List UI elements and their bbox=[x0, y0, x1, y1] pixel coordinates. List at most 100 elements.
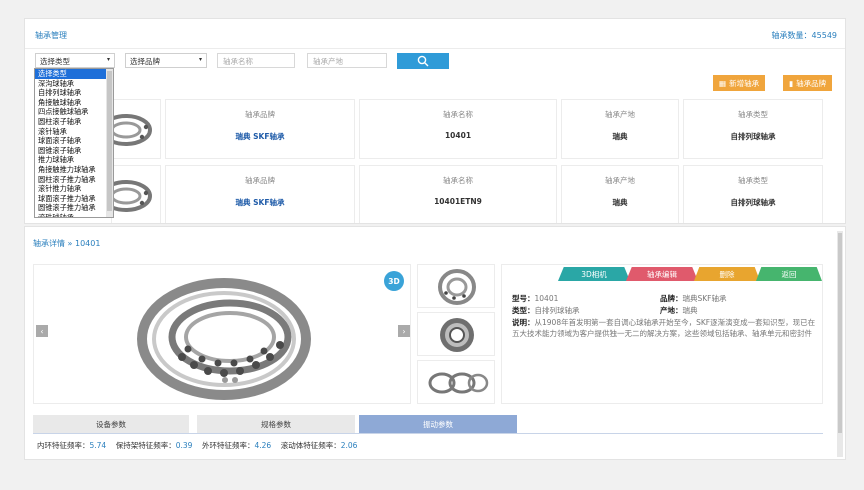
type-option[interactable]: 滚珠球轴承 bbox=[35, 213, 107, 217]
type-option[interactable]: 自排列球轴承 bbox=[35, 88, 107, 98]
row2-type-cell: 轴承类型 自排列球轴承 bbox=[683, 165, 823, 223]
name-column-label: 轴承名称 bbox=[443, 176, 473, 185]
bearing-main-image bbox=[137, 278, 311, 400]
bearing-thumbnail-image bbox=[112, 180, 152, 212]
breadcrumb-separator: » bbox=[67, 239, 73, 248]
bearing-info-card: 3D相机 轴承编辑 删除 返回 型号：10401 品牌：瑞典SKF轴承 类型：自… bbox=[501, 264, 823, 404]
origin-column-label: 轴承产地 bbox=[605, 176, 635, 185]
description-line: 说明：从1908年首发明第一套自调心球轴承开始至今，SKF逐渐演变成一套知识型，… bbox=[512, 317, 816, 339]
row1-thumbnail[interactable] bbox=[111, 99, 161, 159]
row2-brand: 瑞典 SKF轴承 bbox=[235, 198, 285, 207]
name-input[interactable]: 轴承名称 bbox=[217, 53, 295, 68]
type-option[interactable]: 角接触球轴承 bbox=[35, 98, 107, 108]
brand-column-label: 轴承品牌 bbox=[245, 176, 275, 185]
origin-input-placeholder: 轴承产地 bbox=[313, 57, 343, 66]
type-dropdown-list[interactable]: 选择类型 深沟球轴承 自排列球轴承 角接触球轴承 四点接触球轴承 圆柱滚子轴承 滚针轴承 球面… bbox=[34, 68, 114, 218]
row1-brand-cell: 轴承品牌 瑞典 SKF轴承 bbox=[165, 99, 355, 159]
breadcrumb-current: 10401 bbox=[75, 239, 101, 248]
tab-spec-params[interactable]: 规格参数 bbox=[197, 415, 355, 433]
row1-name: 10401 bbox=[444, 131, 472, 140]
type-option[interactable]: 滚针轴承 bbox=[35, 127, 107, 137]
dropdown-scrollbar-thumb[interactable] bbox=[107, 71, 112, 211]
bearing-thumb-image bbox=[438, 269, 476, 305]
type-option[interactable]: 四点接触球轴承 bbox=[35, 107, 107, 117]
type-line: 类型：自排列球轴承 bbox=[512, 305, 580, 316]
param-label: 外环特征频率： bbox=[202, 441, 255, 450]
tab-underline bbox=[33, 433, 823, 434]
detail-scrollbar[interactable] bbox=[837, 231, 843, 457]
type-select[interactable]: 选择类型 ▾ bbox=[35, 53, 115, 68]
brand-select[interactable]: 选择品牌 ▾ bbox=[125, 53, 207, 68]
param-label: 内环特征频率： bbox=[37, 441, 90, 450]
type-option[interactable]: 推力球轴承 bbox=[35, 155, 107, 165]
type-option[interactable]: 选择类型 bbox=[35, 69, 107, 79]
type-option[interactable]: 圆柱滚子轴承 bbox=[35, 117, 107, 127]
row1-origin: 瑞典 bbox=[612, 132, 628, 141]
bookmark-icon: ▮ bbox=[789, 78, 794, 88]
param-label: 保持架特征频率： bbox=[115, 441, 176, 450]
bearing-thumbnail-image bbox=[112, 114, 152, 146]
type-option[interactable]: 角接触推力球轴承 bbox=[35, 165, 107, 175]
tab-device-params[interactable]: 设备参数 bbox=[33, 415, 189, 433]
search-button[interactable] bbox=[397, 53, 449, 69]
type-option[interactable]: 滚针推力轴承 bbox=[35, 184, 107, 194]
row2-origin-cell: 轴承产地 瑞典 bbox=[561, 165, 679, 223]
type-option[interactable]: 圆锥滚子轴承 bbox=[35, 146, 107, 156]
detail-scrollbar-thumb[interactable] bbox=[838, 233, 842, 433]
edit-bearing-tab[interactable]: 轴承编辑 bbox=[626, 267, 698, 281]
param-value: 2.06 bbox=[340, 441, 358, 450]
type-label: 类型： bbox=[512, 306, 535, 315]
origin-input[interactable]: 轴承产地 bbox=[307, 53, 387, 68]
gallery-thumb-1[interactable] bbox=[417, 264, 495, 308]
tab-vibration-params[interactable]: 振动参数 bbox=[359, 415, 517, 433]
row2-brand-cell: 轴承品牌瑞典 SKF轴承 bbox=[165, 165, 355, 223]
origin-column-label: 轴承产地 bbox=[605, 110, 635, 119]
name-column-label: 轴承名称 bbox=[443, 110, 473, 119]
3d-camera-tab[interactable]: 3D相机 bbox=[558, 267, 630, 281]
carousel-dot[interactable] bbox=[232, 377, 238, 383]
row2-type: 自排列球轴承 bbox=[730, 198, 776, 207]
chevron-down-icon: ▾ bbox=[106, 56, 110, 63]
gallery-thumb-2[interactable] bbox=[417, 312, 495, 356]
description-label: 说明： bbox=[512, 318, 535, 327]
carousel-next-button[interactable]: › bbox=[398, 325, 410, 337]
back-tab[interactable]: 返回 bbox=[756, 267, 822, 281]
type-value: 自排列球轴承 bbox=[534, 306, 580, 315]
carousel-prev-button[interactable]: ‹ bbox=[36, 325, 48, 337]
description-text: 从1908年首发明第一套自调心球轴承开始至今，SKF逐渐演变成一套知识型，现已在… bbox=[512, 318, 816, 338]
origin-line: 产地：瑞典 bbox=[660, 305, 698, 316]
row1-type: 自排列球轴承 bbox=[730, 132, 776, 141]
type-option[interactable]: 深沟球轴承 bbox=[35, 79, 107, 89]
breadcrumb-root[interactable]: 轴承详情 bbox=[33, 239, 65, 248]
carousel-indicators bbox=[222, 377, 238, 383]
chevron-down-icon: ▾ bbox=[198, 56, 202, 63]
row1-name-cell: 轴承名称 10401 bbox=[359, 99, 557, 159]
main-image-carousel: 3D ‹ › bbox=[33, 264, 411, 404]
panel-header: 轴承管理 轴承数量：45549 bbox=[25, 19, 845, 49]
type-option[interactable]: 圆锥滚子推力轴承 bbox=[35, 203, 107, 213]
param-value: 0.39 bbox=[175, 441, 193, 450]
brand-select-value: 选择品牌 bbox=[130, 57, 160, 66]
search-icon bbox=[417, 55, 429, 67]
type-option[interactable]: 球面滚子轴承 bbox=[35, 136, 107, 146]
3d-view-badge[interactable]: 3D bbox=[384, 271, 404, 291]
row1-type-cell: 轴承类型 自排列球轴承 bbox=[683, 99, 823, 159]
bearing-brand-button[interactable]: ▮ 轴承品牌 bbox=[783, 75, 833, 91]
gallery-thumb-3[interactable] bbox=[417, 360, 495, 404]
param-value: 4.26 bbox=[254, 441, 272, 450]
param-label: 滚动体特征频率： bbox=[280, 441, 341, 450]
new-bearing-button[interactable]: ▦ 新增轴承 bbox=[713, 75, 766, 91]
type-option[interactable]: 球面滚子推力轴承 bbox=[35, 194, 107, 204]
brand-value: 瑞典SKF轴承 bbox=[682, 294, 727, 303]
type-option[interactable]: 圆柱滚子推力轴承 bbox=[35, 175, 107, 185]
type-select-value: 选择类型 bbox=[40, 57, 70, 66]
dropdown-scrollbar[interactable] bbox=[106, 69, 113, 217]
carousel-dot[interactable] bbox=[222, 377, 228, 383]
vibration-params: 内环特征频率：5.74 保持架特征频率：0.39 外环特征频率：4.26 滚动体… bbox=[37, 440, 357, 451]
row2-thumbnail[interactable] bbox=[111, 165, 161, 223]
page-background: 轴承管理 轴承数量：45549 选择类型 ▾ 选择品牌 ▾ 轴承名称 轴承产地 ▦ 新… bbox=[0, 0, 864, 490]
delete-tab[interactable]: 删除 bbox=[694, 267, 760, 281]
brand-label: 品牌： bbox=[660, 294, 683, 303]
bearing-count-label: 轴承数量： bbox=[771, 31, 812, 40]
brand-column-label: 轴承品牌 bbox=[245, 110, 275, 119]
